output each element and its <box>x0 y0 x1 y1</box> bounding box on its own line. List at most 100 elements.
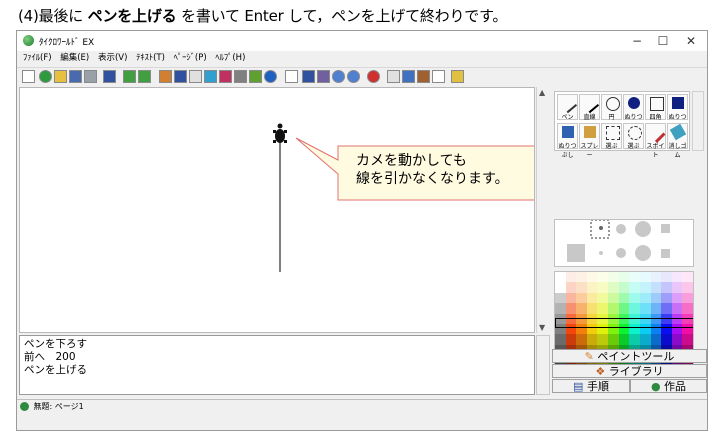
menu-text[interactable]: ﾃｷｽﾄ(T) <box>136 51 165 66</box>
menu-view[interactable]: 表示(V) <box>98 51 127 66</box>
palette-swatch[interactable] <box>555 272 566 283</box>
palette-swatch[interactable] <box>576 334 587 345</box>
palette-swatch[interactable] <box>565 292 577 304</box>
tab-paint-tool[interactable]: ✎ ペイントツール <box>552 349 707 363</box>
tool-line[interactable]: 直線 <box>579 94 600 121</box>
toolbar-open-icon[interactable] <box>54 70 67 83</box>
palette-swatch[interactable] <box>682 292 693 304</box>
palette-swatch[interactable] <box>629 272 640 283</box>
toolbar-paste-icon[interactable] <box>417 70 430 83</box>
tool-scrollbar[interactable] <box>692 91 704 151</box>
palette-swatch[interactable] <box>671 292 683 304</box>
brush-size-panel[interactable] <box>554 219 694 267</box>
palette-swatch[interactable] <box>639 292 651 304</box>
palette-swatch[interactable] <box>682 272 693 283</box>
palette-swatch[interactable] <box>661 282 672 293</box>
command-panel[interactable]: ペンを下ろす 前へ 200 ペンを上げる <box>19 335 535 395</box>
toolbar-copy-icon[interactable] <box>402 70 415 83</box>
palette-swatch[interactable] <box>671 282 683 293</box>
toolbar-pointer-icon[interactable] <box>22 70 35 83</box>
menu-page[interactable]: ﾍﾟｰｼﾞ(P) <box>174 51 207 66</box>
tool-select-rect[interactable]: 選ぶ <box>601 123 622 150</box>
palette-swatch[interactable] <box>576 303 587 314</box>
toolbar-new-icon[interactable] <box>39 70 52 83</box>
menu-file[interactable]: ﾌｧｲﾙ(F) <box>23 51 52 66</box>
toolbar-music-icon[interactable] <box>219 70 232 83</box>
palette-swatch[interactable] <box>618 292 630 304</box>
palette-swatch[interactable] <box>671 303 683 314</box>
toolbar-grid-icon[interactable] <box>249 70 262 83</box>
palette-swatch[interactable] <box>608 292 619 304</box>
palette-swatch[interactable] <box>586 334 598 345</box>
toolbar-cut-icon[interactable] <box>387 70 400 83</box>
palette-swatch[interactable] <box>639 303 651 314</box>
toolbar-stop-icon[interactable] <box>367 70 380 83</box>
palette-swatch[interactable] <box>629 292 640 304</box>
toolbar-zoom-out-icon[interactable] <box>347 70 360 83</box>
palette-swatch[interactable] <box>555 303 566 314</box>
palette-swatch[interactable] <box>608 282 619 293</box>
tab-works[interactable]: ● 作品 <box>630 379 707 393</box>
tab-procedure[interactable]: ▤ 手順 <box>552 379 630 393</box>
palette-swatch[interactable] <box>597 303 609 314</box>
toolbar-print-icon[interactable] <box>84 70 97 83</box>
canvas-scrollbar[interactable]: ▲ ▼ <box>536 87 550 333</box>
palette-swatch[interactable] <box>586 272 598 283</box>
toolbar-back-icon[interactable] <box>123 70 136 83</box>
palette-swatch[interactable] <box>618 303 630 314</box>
palette-swatch[interactable] <box>629 282 640 293</box>
tool-spray[interactable]: スプレー <box>579 123 600 159</box>
palette-swatch[interactable] <box>671 334 683 345</box>
palette-swatch[interactable] <box>682 334 693 345</box>
palette-swatch[interactable] <box>650 282 662 293</box>
palette-swatch[interactable] <box>639 334 651 345</box>
scroll-up-icon[interactable]: ▲ <box>539 88 545 97</box>
toolbar-zoom-in-icon[interactable] <box>332 70 345 83</box>
tool-bucket[interactable]: ぬりつぶし <box>557 123 578 159</box>
command-scrollbar[interactable] <box>536 335 550 395</box>
scroll-down-icon[interactable]: ▼ <box>539 323 545 332</box>
palette-swatch[interactable] <box>629 334 640 345</box>
palette-swatch[interactable] <box>618 282 630 293</box>
palette-swatch[interactable] <box>618 334 630 345</box>
palette-swatch[interactable] <box>639 272 651 283</box>
palette-swatch[interactable] <box>661 272 672 283</box>
toolbar-text-icon[interactable] <box>174 70 187 83</box>
close-button[interactable]: ✕ <box>679 32 703 50</box>
minimize-button[interactable]: − <box>625 32 649 50</box>
tool-fill-rect[interactable]: ぬりつぶし <box>667 94 688 130</box>
palette-swatch[interactable] <box>597 334 609 345</box>
palette-swatch[interactable] <box>608 272 619 283</box>
palette-swatch[interactable] <box>650 334 662 345</box>
palette-swatch[interactable] <box>661 334 672 345</box>
palette-swatch[interactable] <box>586 282 598 293</box>
palette-swatch[interactable] <box>565 303 577 314</box>
palette-swatch[interactable] <box>682 303 693 314</box>
tool-select-free[interactable]: 選ぶ <box>623 123 644 150</box>
palette-swatch[interactable] <box>671 272 683 283</box>
palette-swatch[interactable] <box>576 272 587 283</box>
toolbar-view-icon[interactable] <box>302 70 315 83</box>
menu-edit[interactable]: 編集(E) <box>60 51 89 66</box>
palette-swatch[interactable] <box>650 292 662 304</box>
toolbar-eye-icon[interactable] <box>204 70 217 83</box>
palette-swatch[interactable] <box>586 303 598 314</box>
toolbar-help-icon[interactable] <box>451 70 464 83</box>
palette-swatch[interactable] <box>629 303 640 314</box>
maximize-button[interactable]: ☐ <box>651 32 675 50</box>
tool-rect[interactable]: 四角 <box>645 94 666 121</box>
palette-swatch[interactable] <box>576 292 587 304</box>
palette-swatch[interactable] <box>639 282 651 293</box>
palette-swatch[interactable] <box>608 334 619 345</box>
toolbar-list-icon[interactable] <box>103 70 116 83</box>
tool-pen[interactable]: ペン <box>557 94 578 121</box>
palette-swatch[interactable] <box>597 292 609 304</box>
palette-swatch[interactable] <box>555 292 566 304</box>
tab-library[interactable]: ❖ ライブラリ <box>552 364 707 378</box>
drawing-canvas[interactable]: カメを動かしても 線を引かなくなります。 <box>19 87 535 333</box>
palette-swatch[interactable] <box>576 282 587 293</box>
toolbar-cursor-icon[interactable] <box>285 70 298 83</box>
palette-swatch[interactable] <box>597 272 609 283</box>
palette-swatch[interactable] <box>555 282 566 293</box>
palette-swatch[interactable] <box>586 292 598 304</box>
